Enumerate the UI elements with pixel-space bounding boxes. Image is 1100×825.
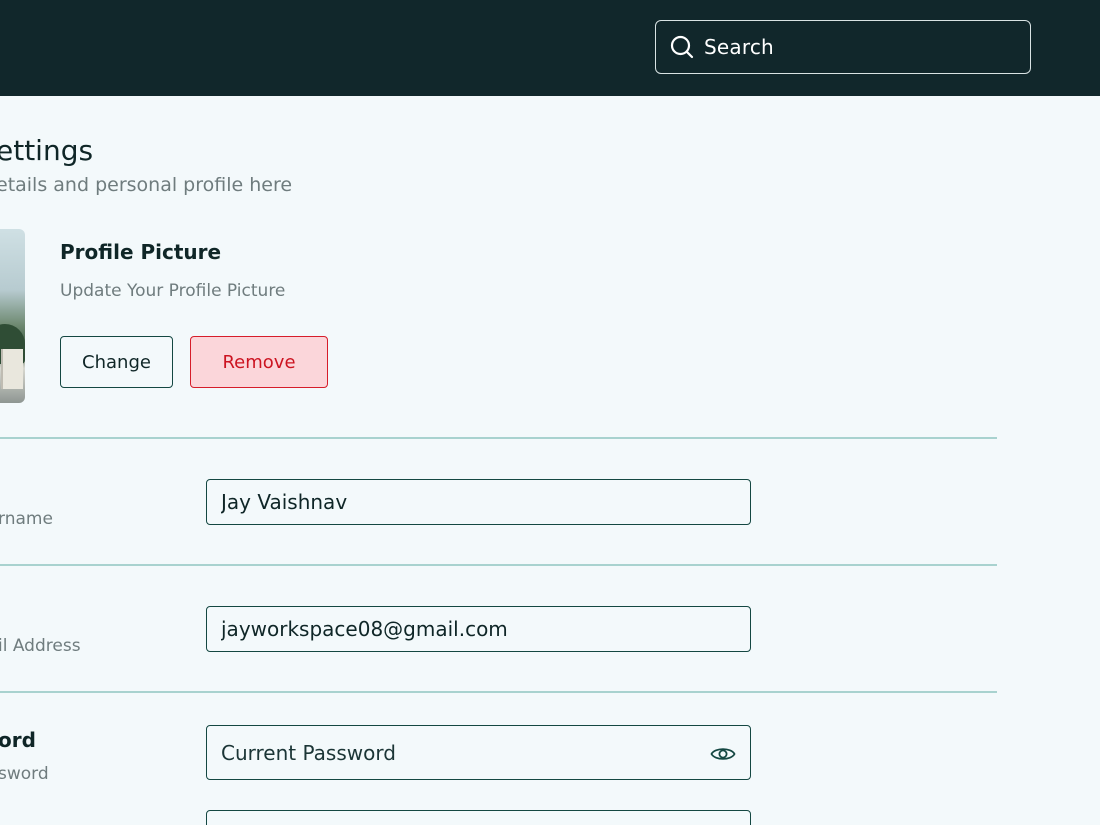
divider — [0, 437, 997, 439]
new-password-field[interactable] — [206, 810, 751, 825]
email-input[interactable] — [221, 617, 750, 641]
page-subtitle: etails and personal profile here — [0, 174, 293, 196]
change-picture-button[interactable]: Change — [60, 336, 173, 388]
divider — [0, 691, 997, 693]
search-icon — [669, 34, 695, 60]
profile-picture-title: Profile Picture — [60, 240, 222, 264]
eye-icon[interactable] — [710, 744, 736, 762]
username-input[interactable] — [221, 490, 750, 514]
current-password-field[interactable] — [206, 725, 751, 780]
top-bar: Search — [0, 0, 1100, 96]
email-label: il Address — [0, 636, 81, 656]
password-label: sword — [0, 764, 49, 784]
password-section-title: ord — [0, 728, 36, 752]
page-title: ettings — [0, 134, 94, 167]
username-field[interactable] — [206, 479, 751, 525]
avatar — [0, 229, 25, 403]
current-password-input[interactable] — [221, 740, 750, 765]
avatar-image-building — [1, 349, 23, 389]
settings-page: Search ettings etails and personal profi… — [0, 0, 1100, 825]
profile-picture-subtitle: Update Your Profile Picture — [60, 281, 286, 301]
remove-picture-button[interactable]: Remove — [190, 336, 328, 388]
divider — [0, 564, 997, 566]
email-field[interactable] — [206, 606, 751, 652]
search-box[interactable]: Search — [655, 20, 1031, 74]
username-label: rname — [0, 509, 53, 529]
search-label: Search — [704, 35, 774, 59]
